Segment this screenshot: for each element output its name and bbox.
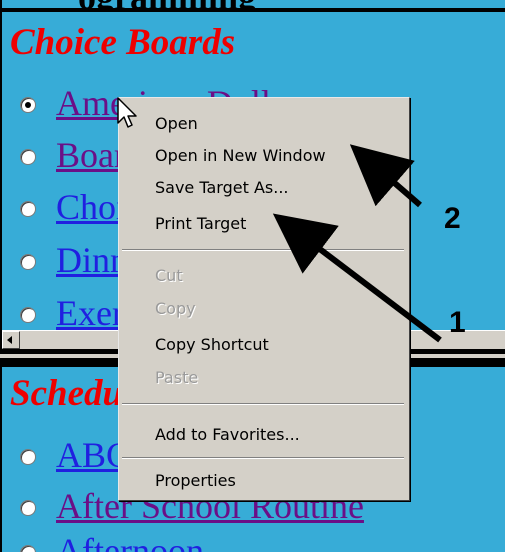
annotation-arrows (272, 144, 442, 343)
annotation-arrow-2 (349, 144, 422, 208)
annotation-label-1: 1 (449, 306, 466, 339)
annotation-arrow-1 (272, 213, 442, 343)
annotation-label-2: 2 (444, 202, 461, 235)
